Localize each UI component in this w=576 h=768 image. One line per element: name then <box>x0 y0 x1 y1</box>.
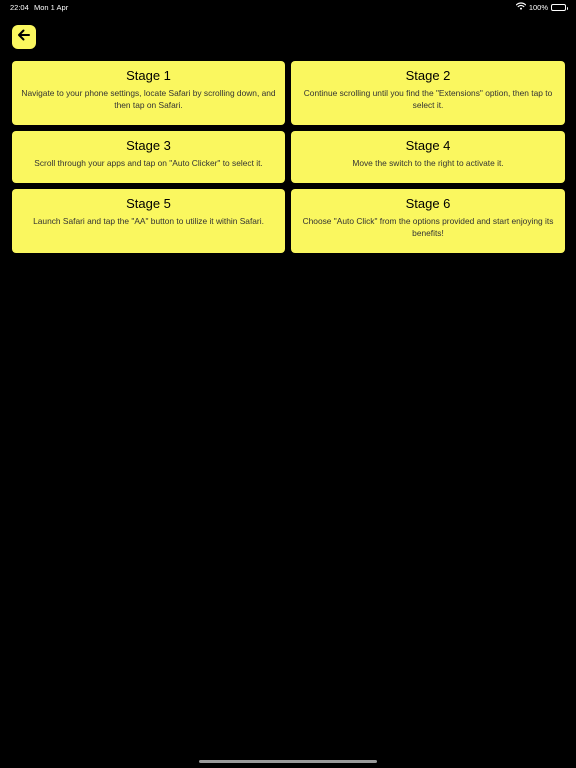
status-time: 22:04 <box>10 3 29 12</box>
stage-title: Stage 5 <box>126 196 171 211</box>
stage-text: Launch Safari and tap the "AA" button to… <box>33 216 264 226</box>
stage-card-1[interactable]: Stage 1 Navigate to your phone settings,… <box>12 61 285 125</box>
stage-card-6[interactable]: Stage 6 Choose "Auto Click" from the opt… <box>291 189 565 253</box>
stage-card-3[interactable]: Stage 3 Scroll through your apps and tap… <box>12 131 285 183</box>
stage-title: Stage 4 <box>405 138 451 153</box>
battery-percent: 100% <box>528 2 548 12</box>
stage-text: Scroll through your apps and tap on "Aut… <box>34 158 263 168</box>
back-button[interactable] <box>12 25 36 49</box>
stage-text: Continue scrolling until you find the "E… <box>303 88 553 110</box>
status-right: 100% <box>515 2 568 12</box>
wifi-icon <box>515 2 526 12</box>
stage-card-4[interactable]: Stage 4 Move the switch to the right to … <box>291 131 565 183</box>
status-bar: 22:04 Mon 1 Apr 100% <box>0 0 576 14</box>
status-date: Mon 1 Apr <box>34 3 69 12</box>
stage-title: Stage 3 <box>126 138 171 153</box>
arrow-left-icon <box>17 28 31 47</box>
stage-title: Stage 6 <box>405 196 451 211</box>
stage-title: Stage 2 <box>405 68 451 83</box>
stage-text: Choose "Auto Click" from the options pro… <box>302 216 554 238</box>
home-indicator[interactable] <box>199 760 377 763</box>
stage-text: Move the switch to the right to activate… <box>352 158 504 168</box>
stage-title: Stage 1 <box>126 68 171 83</box>
stage-card-2[interactable]: Stage 2 Continue scrolling until you fin… <box>291 61 565 125</box>
stage-text: Navigate to your phone settings, locate … <box>21 88 276 110</box>
stage-grid: Stage 1 Navigate to your phone settings,… <box>12 61 565 253</box>
stage-card-5[interactable]: Stage 5 Launch Safari and tap the "AA" b… <box>12 189 285 253</box>
battery-icon <box>551 3 568 11</box>
